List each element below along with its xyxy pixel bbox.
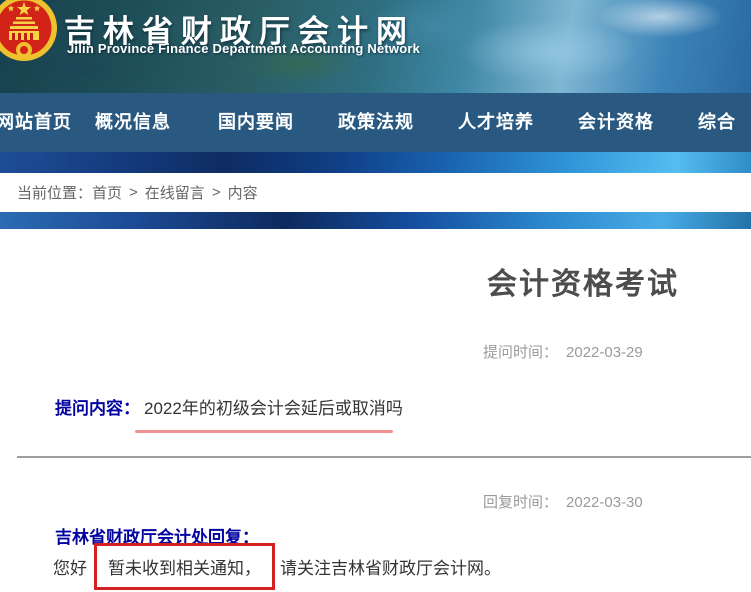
breadcrumb-separator: > [129, 184, 138, 201]
main-nav: 网站首页 概况信息 国内要闻 政策法规 人才培养 会计资格 综合 [0, 93, 751, 152]
reply-text-row: 您好 暂未收到相关通知， 请关注吉林省财政厅会计网。 [53, 544, 501, 588]
question-time-label: 提问时间： [483, 344, 558, 361]
question-time: 提问时间： 2022-03-29 [483, 341, 643, 362]
nav-item-overview[interactable]: 概况信息 [95, 93, 171, 152]
nav-item-comprehensive[interactable]: 综合 [698, 93, 736, 152]
question-row: 提问内容：2022年的初级会计会延后或取消吗 [55, 394, 403, 419]
nav-item-talent[interactable]: 人才培养 [458, 93, 534, 152]
national-emblem-icon [0, 0, 58, 62]
nav-item-domestic-news[interactable]: 国内要闻 [218, 93, 294, 152]
reply-time-value: 2022-03-30 [566, 494, 643, 511]
question-time-value: 2022-03-29 [566, 344, 643, 361]
nav-item-policies[interactable]: 政策法规 [338, 93, 414, 152]
section-divider [17, 456, 751, 458]
banner-strip-2 [0, 212, 751, 229]
breadcrumb-separator: > [212, 184, 221, 201]
page-title: 会计资格考试 [487, 259, 679, 303]
red-underline-annotation [135, 430, 393, 433]
site-subtitle: Jilin Province Finance Department Accoun… [67, 41, 420, 56]
nav-item-accounting-qualification[interactable]: 会计资格 [578, 93, 654, 152]
question-label: 提问内容： [55, 399, 140, 418]
nav-item-home[interactable]: 网站首页 [0, 93, 72, 152]
breadcrumb-label: 当前位置： [17, 182, 92, 203]
page: 吉林省财政厅会计网 Jilin Province Finance Departm… [0, 0, 751, 592]
red-box-annotation: 暂未收到相关通知， [94, 543, 275, 590]
breadcrumb-messages-link[interactable]: 在线留言 [145, 182, 205, 203]
question-text: 2022年的初级会计会延后或取消吗 [144, 399, 403, 418]
reply-greeting: 您好 [53, 554, 87, 579]
site-banner: 吉林省财政厅会计网 Jilin Province Finance Departm… [0, 0, 751, 93]
reply-rest: 请关注吉林省财政厅会计网。 [280, 554, 501, 579]
breadcrumb-home-link[interactable]: 首页 [92, 182, 122, 203]
reply-time-label: 回复时间： [483, 494, 558, 511]
reply-time: 回复时间： 2022-03-30 [483, 491, 643, 512]
banner-strip [0, 152, 751, 173]
breadcrumb-current: 内容 [228, 182, 258, 203]
breadcrumb: 当前位置： 首页 > 在线留言 > 内容 [0, 173, 751, 212]
